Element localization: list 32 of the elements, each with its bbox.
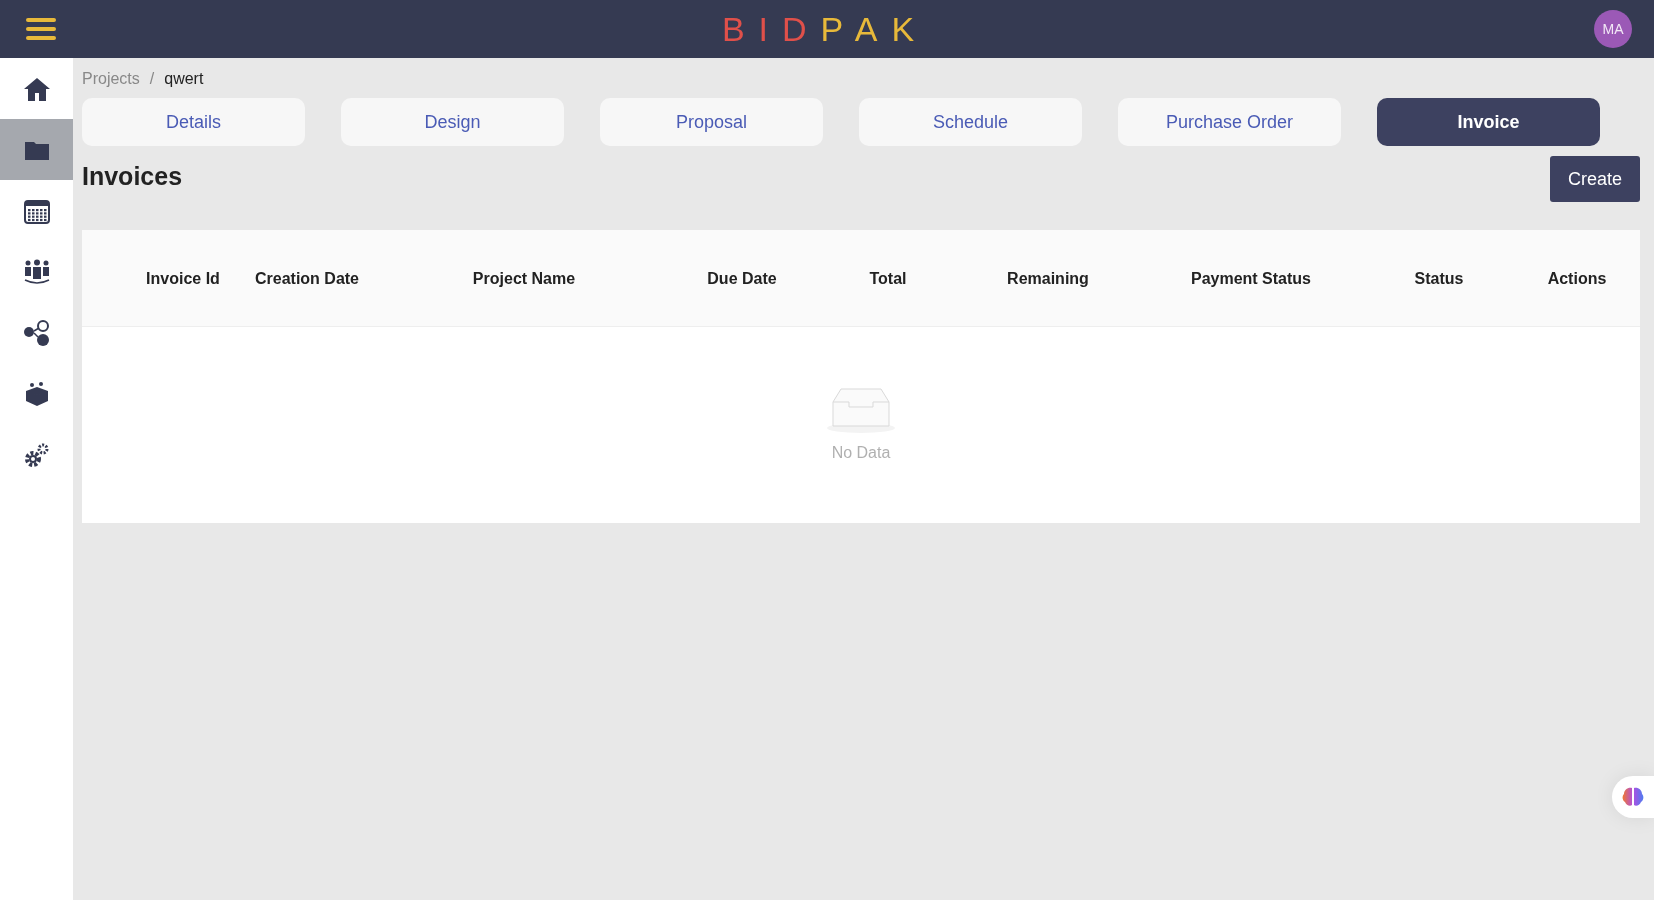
breadcrumb-separator: /: [149, 70, 155, 88]
column-header: Remaining: [1006, 268, 1090, 289]
column-header: Project Name: [471, 268, 577, 289]
assistant-button[interactable]: [1612, 776, 1654, 818]
empty-inbox-icon: [825, 388, 897, 434]
page-title: Invoices: [82, 162, 183, 191]
breadcrumb-link[interactable]: Projects: [82, 70, 140, 88]
box-icon: [23, 380, 50, 407]
column-header: Total: [868, 268, 908, 289]
tab[interactable]: Proposal: [600, 98, 823, 146]
calendar-icon: [23, 197, 50, 224]
column-header: Creation Date: [254, 268, 360, 289]
brain-icon: [1622, 787, 1644, 807]
column-header: Invoice Id: [145, 268, 221, 289]
empty-message: No Data: [831, 444, 891, 462]
breadcrumb-current: qwert: [164, 70, 204, 88]
sidebar-item[interactable]: [0, 119, 73, 180]
logo: BID PAK: [721, 9, 929, 49]
user-avatar[interactable]: MA: [1594, 10, 1632, 48]
column-header: Status: [1413, 268, 1465, 289]
tab[interactable]: Purchase Order: [1118, 98, 1341, 146]
team-icon: [22, 258, 51, 285]
menu-button[interactable]: [26, 18, 56, 40]
column-header: Actions: [1546, 268, 1608, 289]
column-header: Payment Status: [1189, 268, 1312, 289]
tab[interactable]: Design: [341, 98, 564, 146]
home-icon: [22, 75, 51, 102]
tab[interactable]: Invoice: [1377, 98, 1600, 146]
create-button[interactable]: Create: [1549, 156, 1640, 202]
tab[interactable]: Schedule: [859, 98, 1082, 146]
tab[interactable]: Details: [82, 98, 305, 146]
column-header: Due Date: [706, 268, 778, 289]
